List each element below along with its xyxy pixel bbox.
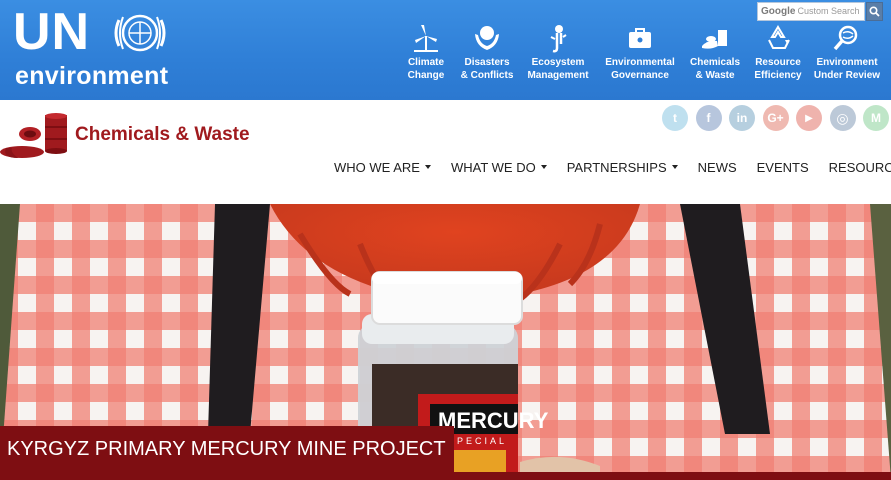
topic-label: Ecosystem Management: [527, 57, 589, 81]
twitter-icon[interactable]: t: [662, 105, 688, 131]
recycle-icon: [768, 25, 790, 49]
chemical-barrel-spill-icon: [0, 113, 67, 158]
search-input[interactable]: Google Custom Search: [757, 2, 865, 21]
nav-what-we-do[interactable]: WHAT WE DO: [451, 158, 547, 176]
google-brand: Google: [761, 6, 796, 17]
magnifier-globe-icon: [833, 25, 858, 51]
youtube-icon[interactable]: ▶: [796, 105, 822, 131]
search-button[interactable]: [866, 2, 883, 21]
topic-ecosystem-management[interactable]: Ecosystem Management: [513, 22, 603, 92]
nav-events[interactable]: EVENTS: [757, 158, 809, 176]
google-plus-icon[interactable]: G+: [762, 105, 789, 131]
top-banner: UN environment Google Custom Search Clima…: [0, 0, 891, 100]
spill-icon: [702, 30, 727, 49]
topic-nav: Climate Change Disasters & Conflicts Eco…: [0, 22, 891, 92]
medium-icon[interactable]: M: [863, 105, 889, 131]
social-links: t f in G+ ▶ ◎ M: [662, 105, 891, 131]
site-brand[interactable]: Chemicals & Waste: [0, 112, 290, 162]
search-icon: [869, 6, 880, 17]
topic-label: Environment Under Review: [813, 57, 881, 81]
hero-bottom-bar: [0, 472, 891, 480]
topic-environment-under-review[interactable]: Environment Under Review: [802, 22, 891, 92]
ecosystem-icon: [550, 25, 567, 53]
nav-partnerships[interactable]: PARTNERSHIPS: [567, 158, 678, 176]
nav-news[interactable]: NEWS: [698, 158, 737, 176]
caret-down-icon: [671, 165, 678, 169]
hero-slide[interactable]: MERCURY SPECIAL KYRGYZ PRIMARY MERCURY M…: [0, 204, 891, 480]
search-placeholder: Custom Search: [797, 6, 860, 16]
instagram-icon[interactable]: ◎: [829, 105, 856, 131]
nav-resources[interactable]: RESOURCES: [829, 158, 891, 176]
hands-globe-icon: [475, 26, 499, 50]
hero-caption[interactable]: KYRGYZ PRIMARY MERCURY MINE PROJECT: [0, 426, 454, 472]
facebook-icon[interactable]: f: [695, 105, 722, 131]
briefcase-icon: [629, 28, 651, 48]
linkedin-icon[interactable]: in: [729, 105, 755, 131]
site-title: Chemicals & Waste: [75, 124, 250, 145]
nav-who-we-are[interactable]: WHO WE ARE: [334, 158, 431, 176]
caret-down-icon: [424, 165, 431, 169]
svg-text:SPECIAL: SPECIAL: [448, 436, 507, 446]
main-nav: WHO WE ARE WHAT WE DO PARTNERSHIPS NEWS …: [334, 158, 891, 176]
wind-turbine-icon: [414, 25, 438, 52]
svg-text:MERCURY: MERCURY: [438, 408, 549, 433]
caret-down-icon: [540, 165, 547, 169]
